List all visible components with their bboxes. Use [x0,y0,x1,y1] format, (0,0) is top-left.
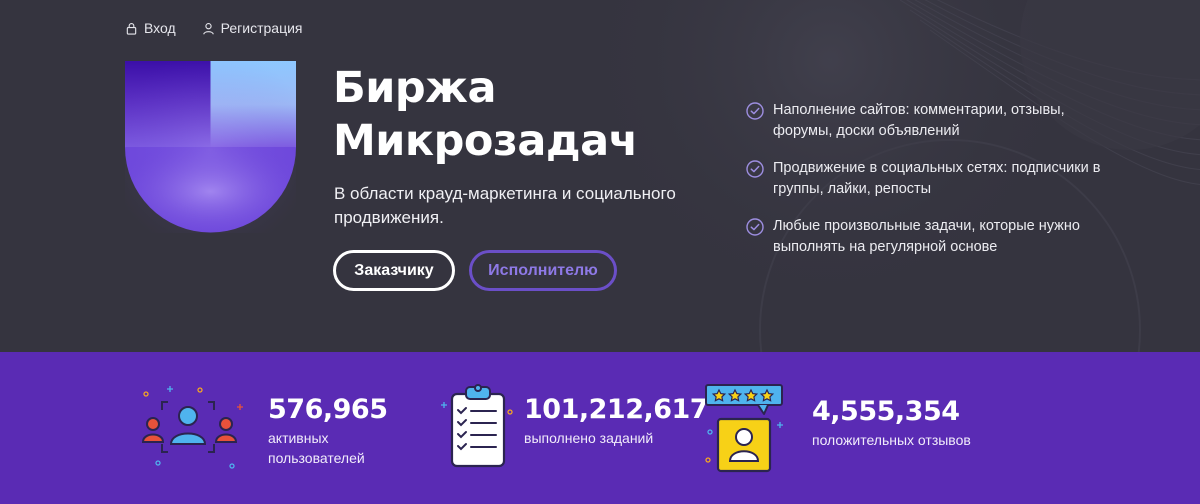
stats-section: 576,965 активных пользователей 101,212,6… [0,352,1200,504]
brand-subtitle: В области крауд-маркетинга и социального… [334,184,676,227]
feature-item: Продвижение в социальных сетях: подписчи… [746,158,1126,200]
feature-text: Продвижение в социальных сетях: подписчи… [773,160,1101,197]
stat-value: 576,965 [268,394,388,425]
stat-value: 101,212,617 [524,394,709,425]
customer-button[interactable]: Заказчику [333,250,455,291]
stat-value: 4,555,354 [812,396,960,427]
stat-users: 576,965 активных пользователей [138,386,388,470]
rating-review-icon [705,384,783,473]
cta-row: Заказчику Исполнителю [333,250,617,291]
auth-bar: Вход Регистрация [125,20,303,36]
brand-logo [125,61,296,233]
brand-title-line2: Микрозадач [333,116,638,166]
stat-users-text: 576,965 активных пользователей [268,394,388,468]
stat-reviews: 4,555,354 положительных отзывов [700,382,971,474]
feature-text: Любые произвольные задачи, которые нужно… [773,218,1080,255]
check-circle-icon [746,160,764,178]
executor-button[interactable]: Исполнителю [469,250,617,291]
register-label: Регистрация [220,20,303,36]
stat-tasks: 101,212,617 выполнено заданий [438,382,709,470]
lock-icon [126,22,137,35]
feature-text: Наполнение сайтов: комментарии, отзывы, … [773,102,1065,139]
check-circle-icon [746,102,764,120]
feature-item: Любые произвольные задачи, которые нужно… [746,216,1126,258]
hero-section: Вход Регистрация Биржа Микрозадач В обла… [0,0,1200,352]
stat-label: положительных отзывов [812,432,971,448]
stat-label: активных [268,430,329,446]
stat-label: пользователей [268,450,365,466]
login-label: Вход [144,20,176,36]
clipboard-checklist-icon [441,384,513,468]
stat-label: выполнено заданий [524,430,654,446]
brand-title-line1: Биржа [333,63,497,113]
stat-tasks-text: 101,212,617 выполнено заданий [524,394,709,448]
register-link[interactable]: Регистрация [202,20,303,36]
brand-title: Биржа Микрозадач [333,62,693,168]
stat-reviews-text: 4,555,354 положительных отзывов [812,396,971,450]
check-circle-icon [746,218,764,236]
login-link[interactable]: Вход [125,20,176,36]
feature-item: Наполнение сайтов: комментарии, отзывы, … [746,100,1126,142]
user-icon [202,22,214,35]
users-icon [141,386,243,469]
feature-list: Наполнение сайтов: комментарии, отзывы, … [746,100,1126,274]
